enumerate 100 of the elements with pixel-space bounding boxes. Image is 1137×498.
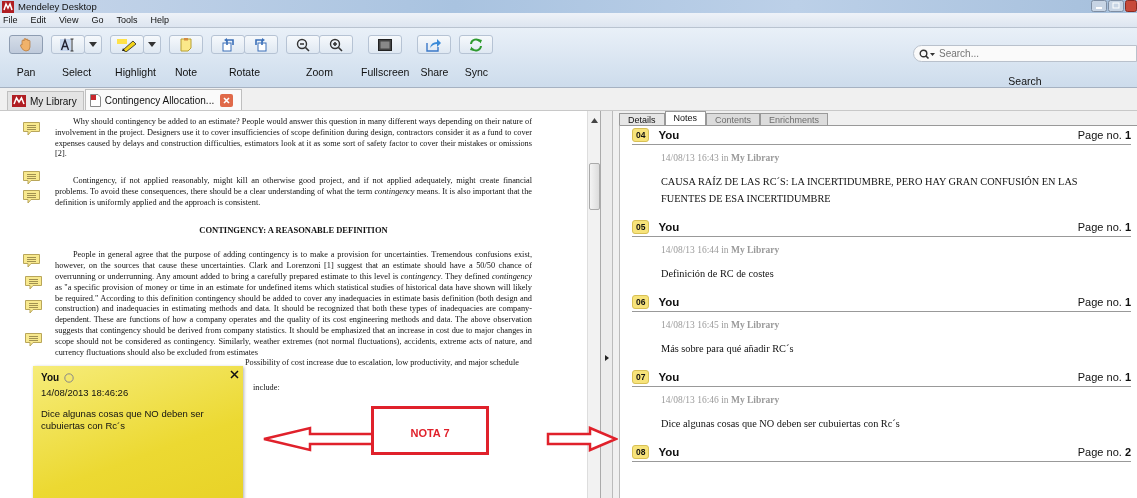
- toolbar-label: Share: [420, 66, 449, 78]
- panel-tab[interactable]: Notes: [664, 111, 707, 125]
- toolbar-label: Sync: [464, 66, 489, 78]
- panel-tab[interactable]: Details: [619, 113, 665, 125]
- toolbar-label: Note: [174, 66, 198, 78]
- page-number: Page no. 1: [1077, 296, 1131, 308]
- note-text: Dice algunas cosas que NO deben ser cubuiertas con Rc´s: [41, 408, 205, 432]
- text-cursor-button[interactable]: [51, 35, 85, 54]
- rotate-left-button[interactable]: [211, 35, 245, 54]
- window-title: Mendeley Desktop: [18, 1, 97, 12]
- note-number: 07: [632, 370, 650, 384]
- share-icon: [426, 37, 443, 52]
- note-meta: 14/08/13 16:45 in My Library: [661, 320, 781, 330]
- rotate-right-icon: [254, 37, 268, 52]
- rotate-right-button[interactable]: [244, 35, 278, 54]
- menu-item[interactable]: File: [3, 15, 18, 25]
- zoom-in-icon: [329, 37, 343, 52]
- note-author: You: [658, 296, 680, 308]
- note-author: You: [658, 129, 680, 141]
- close-tab-icon[interactable]: [220, 93, 234, 107]
- toolbar-label: Select: [61, 66, 92, 78]
- search-field[interactable]: Search...: [913, 45, 1137, 62]
- hand-icon: [20, 37, 32, 52]
- note-marker-icon[interactable]: [24, 332, 43, 347]
- highlighter-icon: [117, 37, 137, 52]
- document-text: People in general agree that the purpose of adding contingency is to make a provision for uncertainties. Tremendous confusions exist, however, on the sources that cause these uncertainties. Clark and Lorenzoni [1] suggest that an estimate should have a 50/50 chance of overrunning or underrunning. Any amount added to bring a carefully prepared estimate to this level is contingency. They defined contingency as "a specific provision of money or time in an estimate for undefined items which statistical studies of historical data have shown will likely be required." According to this definition contingency should be added to cover any inadequacies in estimate basis definition (both design and construction) and inadequacies in estimating methods and data. It should be recognized that both these types of inadequacies are company-dependent. These are functions of how a company operates and the quality of its cost engineering methods and data. The above observation suggests that contingency should be derived from company statistics. It should be emphasized that an increase in cost due to major changes in scope should not be considered as contingency. Similarly, weather extremes (not normal fluctuations), accidents, extreme acts of nature, and currency fluctuations should also be excluded from estimates: [55, 250, 532, 359]
- caret-icon: [148, 42, 156, 47]
- menu-item[interactable]: Edit: [30, 15, 47, 25]
- note-author: You: [658, 446, 680, 458]
- sync-button[interactable]: [459, 35, 494, 54]
- note-author: You: [658, 371, 680, 383]
- highlighter-button[interactable]: [110, 35, 144, 54]
- note-text: CAUSA RAÍZ DE LAS RC´S: LA INCERTIDUMBRE, PERO HAY GRAN CONFUSIÓN EN LAS FUENTES DE ESA INCERTIDUMBRE: [661, 175, 1079, 206]
- note-number: 04: [632, 128, 650, 142]
- toolbar-label: Fullscreen: [361, 66, 410, 78]
- toolbar-label: Pan: [16, 66, 36, 78]
- dropdown-button[interactable]: [143, 35, 161, 54]
- menu-item[interactable]: Help: [150, 15, 169, 25]
- scroll-up-icon[interactable]: [590, 118, 598, 123]
- note-text: Dice algunas cosas que NO deben ser cubuiertas con Rc´s: [661, 417, 901, 431]
- sticky-note-icon: [180, 37, 192, 52]
- page-number: Page no. 2: [1077, 446, 1131, 458]
- note-marker-icon[interactable]: [24, 299, 43, 314]
- minimize-icon[interactable]: [1091, 0, 1107, 12]
- document-text: include:: [253, 383, 281, 394]
- note-marker-icon[interactable]: [24, 275, 43, 290]
- pan-button[interactable]: [9, 35, 43, 54]
- search-icon: [919, 49, 935, 59]
- note-text: Más sobre para qué añadir RC´s: [661, 342, 795, 356]
- search-label: Search: [1008, 75, 1042, 87]
- maximize-icon[interactable]: [1108, 0, 1124, 12]
- note-meta: 14/08/13 16:46 in My Library: [661, 395, 781, 405]
- app-logo-icon: [2, 0, 14, 13]
- note-number: 05: [632, 220, 650, 234]
- sticky-note-button[interactable]: [169, 35, 203, 54]
- fullscreen-icon: [378, 38, 393, 51]
- zoom-out-icon: [296, 37, 310, 52]
- dropdown-button[interactable]: [84, 35, 102, 54]
- toolbar-label: Zoom: [306, 66, 333, 78]
- note-marker-icon[interactable]: [22, 170, 41, 185]
- rotate-left-icon: [221, 37, 235, 52]
- caret-icon: [89, 42, 97, 47]
- text-cursor-icon: [60, 37, 76, 52]
- page-number: Page no. 1: [1077, 371, 1131, 383]
- library-icon: [12, 95, 26, 107]
- document-text: Contingency, if not applied reasonably, might kill an otherwise good project, and if not applied adequately, might create financial problems. To avoid these consequences, there should be a clear understanding of what the term contingency means. It is also important that the definition is uniformly applied and the approach is consistent.: [55, 176, 532, 209]
- note-meta: 14/08/13 16:44 in My Library: [661, 245, 781, 255]
- fullscreen-button[interactable]: [368, 35, 403, 54]
- note-number: 06: [632, 295, 650, 309]
- page-number: Page no. 1: [1077, 129, 1131, 141]
- note-author: You: [658, 221, 680, 233]
- document-tab[interactable]: My Library: [7, 91, 84, 110]
- note-text: Definición de RC de costes: [661, 267, 775, 281]
- status-circle-icon: [64, 372, 75, 383]
- toolbar-label: Rotate: [229, 66, 260, 78]
- document-text: Why should contingency be added to an estimate? People would answer this question in many different ways depending on their nature of involvement in the project. Designers use it to cover insufficiencies of scope definition during design, contractors consider it as a fund to cover expenses caused by delays and construction difficulties, estimators look at it as some sort of safety factor to cover their mistakes or omissions [2].: [55, 117, 532, 161]
- scrollbar-thumb[interactable]: [588, 163, 600, 210]
- note-author: You: [41, 372, 60, 383]
- note-number: 08: [632, 445, 650, 459]
- splitter-handle-icon[interactable]: [605, 355, 609, 361]
- document-text: CONTINGENCY: A REASONABLE DEFINITION: [198, 224, 389, 236]
- note-marker-icon[interactable]: [22, 121, 41, 136]
- share-button[interactable]: [417, 35, 452, 54]
- note-marker-icon[interactable]: [22, 189, 41, 204]
- pdf-file-icon: [89, 93, 101, 107]
- document-text: Possibility of cost increase due to escalation, low productivity, and major schedule: [245, 358, 520, 370]
- zoom-out-button[interactable]: [286, 35, 320, 54]
- note-date: 14/08/2013 18:46:26: [41, 387, 130, 398]
- page-number: Page no. 1: [1077, 221, 1131, 233]
- annotation-label: NOTA 7: [371, 406, 489, 455]
- document-tab[interactable]: Contingency Allocation...: [84, 89, 243, 110]
- zoom-in-button[interactable]: [319, 35, 353, 54]
- sync-icon: [469, 37, 484, 52]
- toolbar-label: Highlight: [115, 66, 156, 78]
- menu-item[interactable]: View: [59, 15, 79, 25]
- close-icon[interactable]: [230, 370, 239, 379]
- menu-item[interactable]: Go: [91, 15, 104, 25]
- note-meta: 14/08/13 16:43 in My Library: [661, 153, 781, 163]
- note-marker-icon[interactable]: [22, 253, 41, 268]
- menu-item[interactable]: Tools: [116, 15, 138, 25]
